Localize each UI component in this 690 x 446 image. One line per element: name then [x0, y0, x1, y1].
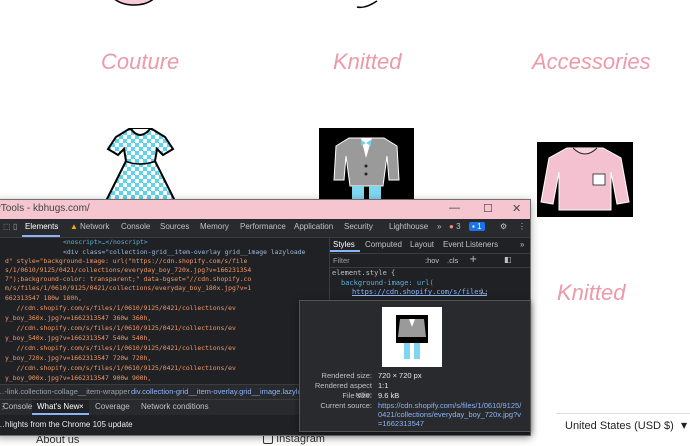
- minimize-icon[interactable]: —: [449, 202, 460, 214]
- drawer-close-icon[interactable]: ×: [79, 402, 84, 411]
- currency-label: United States (USD $): [565, 420, 674, 432]
- add-rule-icon[interactable]: +: [469, 254, 477, 265]
- code-line[interactable]: //cdn.shopify.com/s/files/1/0610/9125/04…: [5, 344, 236, 352]
- device-icon[interactable]: ▯: [13, 222, 17, 231]
- rendered-size-value: 720 × 720 px: [378, 371, 422, 380]
- knit-image-top: [355, 0, 380, 9]
- elements-panel[interactable]: <noscript>…</noscript> <div class="colle…: [0, 238, 327, 384]
- code-line[interactable]: 7");background-color: transparent;" data…: [5, 275, 251, 283]
- bg-end: );: [480, 288, 489, 296]
- devtools-titlebar[interactable]: DevTools - kbhugs.com/ — ☐ ✕: [0, 200, 530, 219]
- devtools-title: DevTools - kbhugs.com/: [0, 203, 90, 214]
- sweater-image[interactable]: [537, 142, 633, 217]
- toggle-sidebar-icon[interactable]: ◧: [504, 255, 512, 264]
- currency-selector[interactable]: United States (USD $) ▼: [556, 413, 690, 441]
- element-style-selector: element.style {: [332, 269, 396, 277]
- error-badge[interactable]: ● 3: [449, 222, 461, 231]
- breadcrumb-item-right[interactable]: div.collection-grid__item-overlay.grid__…: [131, 387, 310, 396]
- drawer-tab-whats-new[interactable]: What's New ×: [32, 400, 89, 415]
- code-line[interactable]: d" style="background-image: url("https:/…: [5, 257, 247, 265]
- styles-tab-computed[interactable]: Computed: [365, 240, 402, 249]
- file-size-value: 9.6 kB: [378, 391, 400, 400]
- drawer-tab-console[interactable]: Console: [3, 402, 32, 411]
- file-size-label: File size:: [342, 391, 372, 400]
- kebab-menu-icon[interactable]: ⋮: [518, 222, 526, 231]
- settings-gear-icon[interactable]: ⚙: [500, 222, 507, 231]
- tab-performance[interactable]: Performance: [240, 222, 286, 231]
- message-icon: ▪: [472, 222, 475, 231]
- category-couture[interactable]: Couture: [101, 49, 179, 75]
- boy-suit-image[interactable]: [319, 128, 414, 201]
- styles-tab-styles[interactable]: Styles: [330, 238, 360, 252]
- maximize-icon[interactable]: ☐: [483, 202, 493, 215]
- code-line[interactable]: m/s/files/1/0610/9125/0421/collections/e…: [5, 284, 251, 292]
- code-line[interactable]: y_boy_360x.jpg?v=1662313547 360w 360h,: [5, 314, 151, 322]
- rendered-size-label: Rendered size:: [321, 371, 372, 380]
- drawer-tab-network-conditions[interactable]: Network conditions: [141, 402, 209, 411]
- category-accessories[interactable]: Accessories: [532, 49, 651, 75]
- bg-url-link[interactable]: https://cdn.shopify.com/s/files…: [352, 288, 487, 296]
- tab-lighthouse[interactable]: Lighthouse: [389, 222, 428, 231]
- hov-toggle[interactable]: :hov: [425, 256, 439, 265]
- tab-sources[interactable]: Sources: [160, 222, 189, 231]
- whats-new-text: …hlights from the Chrome 105 update: [0, 420, 133, 429]
- message-count: 1: [477, 222, 482, 231]
- error-icon: ●: [449, 222, 454, 231]
- tab-network[interactable]: Network: [80, 222, 109, 231]
- current-source-label: Current source:: [320, 401, 372, 410]
- styles-tab-event-listeners[interactable]: Event Listeners: [443, 240, 498, 249]
- warning-icon: ▲: [70, 222, 78, 231]
- code-line[interactable]: s/1/0610/9125/0421/collections/everyday_…: [5, 266, 251, 274]
- tab-console[interactable]: Console: [121, 222, 150, 231]
- tab-label: Elements: [25, 222, 59, 231]
- category-knitted-2[interactable]: Knitted: [557, 280, 626, 306]
- message-badge[interactable]: ▪ 1: [469, 222, 485, 231]
- styles-tab-label: Styles: [333, 240, 355, 249]
- code-line[interactable]: 662313547 180w 180h,: [5, 294, 82, 302]
- code-line[interactable]: //cdn.shopify.com/s/files/1/0610/9125/04…: [5, 324, 236, 332]
- cls-toggle[interactable]: .cls: [447, 256, 458, 265]
- code-line[interactable]: y_boy_720x.jpg?v=1662313547 720w 720h,: [5, 354, 151, 362]
- more-tabs-icon[interactable]: »: [437, 222, 441, 231]
- bg-property[interactable]: background-image: url(: [341, 279, 434, 287]
- tab-security[interactable]: Security: [344, 222, 373, 231]
- tab-elements[interactable]: Elements: [22, 219, 60, 237]
- inspect-icon[interactable]: ⬚: [3, 222, 11, 231]
- category-knitted[interactable]: Knitted: [333, 49, 402, 75]
- dress-image[interactable]: [103, 127, 178, 205]
- styles-filter-bar: Filter :hov .cls + ◧: [330, 253, 530, 268]
- code-line[interactable]: //cdn.shopify.com/s/files/1/0610/9125/04…: [5, 364, 236, 372]
- code-line[interactable]: <noscript>…</noscript>: [63, 238, 148, 246]
- devtools-tabbar: ⬚ ▯ Elements ▲ Network Console Sources M…: [0, 219, 530, 238]
- code-line[interactable]: <div class="collection-grid__item-overla…: [63, 248, 305, 256]
- tab-memory[interactable]: Memory: [200, 222, 229, 231]
- drawer-tab-label: What's New: [37, 402, 80, 411]
- image-preview-tooltip: Rendered size: 720 × 720 px Rendered asp…: [299, 300, 531, 432]
- code-line[interactable]: y_boy_900x.jpg?v=1662313547 900w 900h,: [5, 374, 151, 382]
- preview-thumbnail: [382, 307, 442, 367]
- filter-input[interactable]: Filter: [333, 256, 350, 265]
- tab-application[interactable]: Application: [294, 222, 333, 231]
- error-count: 3: [456, 222, 461, 231]
- drawer-tab-coverage[interactable]: Coverage: [95, 402, 130, 411]
- code-line[interactable]: y_boy_540x.jpg?v=1662313547 540w 540h,: [5, 334, 151, 342]
- current-source-link[interactable]: https://cdn.shopify.com/s/files/1/0610/9…: [378, 401, 524, 428]
- aspect-ratio-value: 1:1: [378, 381, 389, 390]
- breadcrumb-item-left[interactable]: …-link.collection-collage__item-wrapper: [0, 387, 130, 396]
- dress-image-top: [107, 0, 162, 6]
- styles-more-icon[interactable]: »: [520, 240, 524, 249]
- chevron-down-icon: ▼: [681, 421, 688, 430]
- close-icon[interactable]: ✕: [512, 202, 521, 215]
- code-line[interactable]: //cdn.shopify.com/s/files/1/0610/9125/04…: [5, 304, 236, 312]
- styles-tab-layout[interactable]: Layout: [410, 240, 434, 249]
